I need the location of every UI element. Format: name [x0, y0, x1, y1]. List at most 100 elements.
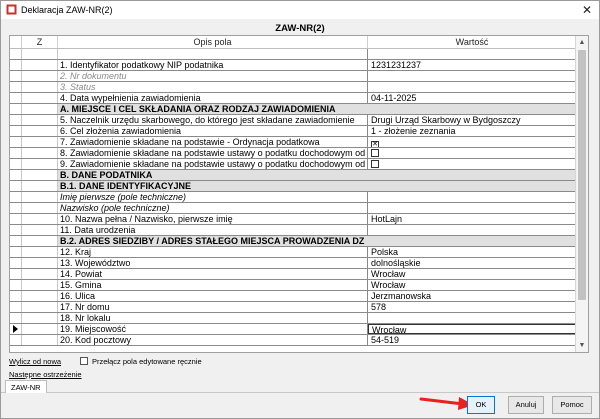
toggle-manual-fields-checkbox[interactable] — [80, 357, 88, 365]
table-row[interactable]: 15. Gmina Wrocław — [10, 280, 576, 291]
recalculate-link[interactable]: Wylicz od nowa — [9, 357, 61, 366]
section-row[interactable]: B. DANE PODATNIKA — [10, 170, 576, 181]
table-row[interactable]: 5. Naczelnik urzędu skarbowego, do które… — [10, 115, 576, 126]
row-indicator[interactable] — [10, 280, 22, 290]
row-indicator[interactable] — [10, 181, 22, 191]
value-cell[interactable] — [368, 82, 576, 92]
row-indicator[interactable] — [10, 192, 22, 202]
field-label: 1. Identyfikator podatkowy NIP podatnika — [58, 60, 368, 70]
value-cell[interactable]: HotLajn — [368, 214, 576, 224]
z-cell — [22, 247, 58, 257]
table-row[interactable]: 3. Status — [10, 82, 576, 93]
value-cell[interactable] — [368, 49, 576, 59]
value-cell[interactable]: Drugi Urząd Skarbowy w Bydgoszczy — [368, 115, 576, 125]
value-cell[interactable] — [368, 159, 576, 169]
column-header-opis[interactable]: Opis pola — [58, 36, 368, 48]
table-row[interactable]: 19. Miejscowość Wrocław — [10, 324, 576, 335]
row-indicator[interactable] — [10, 82, 22, 92]
section-row[interactable]: B.2. ADRES SIEDZIBY / ADRES STAŁEGO MIEJ… — [10, 236, 576, 247]
table-row[interactable]: 12. Kraj Polska — [10, 247, 576, 258]
title-bar: Deklaracja ZAW-NR(2) ✕ — [1, 1, 599, 19]
table-row[interactable]: 10. Nazwa pełna / Nazwisko, pierwsze imi… — [10, 214, 576, 225]
row-indicator[interactable] — [10, 93, 22, 103]
row-indicator[interactable] — [10, 313, 22, 323]
value-cell[interactable]: Polska — [368, 247, 576, 257]
table-row[interactable]: 6. Cel złożenia zawiadomienia 1 - złożeni… — [10, 126, 576, 137]
scroll-down-icon[interactable]: ▼ — [576, 339, 588, 352]
table-row[interactable]: 13. Województwo dolnośląskie — [10, 258, 576, 269]
table-row[interactable]: 7. Zawiadomienie składane na podstawie -… — [10, 137, 576, 148]
section-row[interactable]: A. MIEJSCE I CEL SKŁADANIA ORAZ RODZAJ Z… — [10, 104, 576, 115]
row-indicator[interactable] — [10, 115, 22, 125]
row-indicator[interactable] — [10, 247, 22, 257]
value-cell[interactable]: Wrocław — [368, 269, 576, 279]
row-indicator[interactable] — [10, 335, 22, 345]
row-indicator[interactable] — [10, 291, 22, 301]
table-row[interactable]: 17. Nr domu 578 — [10, 302, 576, 313]
help-button[interactable]: Pomoc — [552, 396, 592, 414]
declaration-grid[interactable]: Z Opis pola Wartość 1. Identyfikator pod… — [9, 35, 589, 353]
row-indicator[interactable] — [10, 60, 22, 70]
table-row[interactable]: 8. Zawiadomienie składane na podstawie u… — [10, 148, 576, 159]
row-indicator[interactable] — [10, 324, 22, 334]
value-cell[interactable]: Jerzmanowska — [368, 291, 576, 301]
close-icon[interactable]: ✕ — [579, 2, 595, 18]
table-row[interactable]: 20. Kod pocztowy 54-519 — [10, 335, 576, 346]
value-cell[interactable] — [368, 71, 576, 81]
table-row[interactable]: 14. Powiat Wrocław — [10, 269, 576, 280]
table-row[interactable]: 18. Nr lokalu — [10, 313, 576, 324]
value-cell[interactable]: 54-519 — [368, 335, 576, 345]
row-indicator[interactable] — [10, 137, 22, 147]
next-warning-link[interactable]: Następne ostrzeżenie — [9, 370, 82, 379]
table-row[interactable] — [10, 49, 576, 60]
table-row[interactable]: Imię pierwsze (pole techniczne) — [10, 192, 576, 203]
checkbox-icon[interactable] — [371, 160, 379, 168]
row-indicator[interactable] — [10, 203, 22, 213]
value-cell[interactable] — [368, 192, 576, 202]
row-indicator[interactable] — [10, 159, 22, 169]
row-indicator[interactable] — [10, 258, 22, 268]
row-indicator[interactable] — [10, 269, 22, 279]
checkbox-icon[interactable] — [371, 149, 379, 157]
value-cell[interactable] — [368, 313, 576, 323]
column-header-value[interactable]: Wartość — [368, 36, 576, 48]
ok-button[interactable]: OK — [467, 396, 495, 414]
column-header-z[interactable]: Z — [22, 36, 58, 48]
scroll-up-icon[interactable]: ▲ — [576, 36, 588, 49]
vertical-scrollbar[interactable]: ▲ ▼ — [575, 36, 588, 352]
value-cell[interactable]: Wrocław — [368, 280, 576, 290]
section-row[interactable]: B.1. DANE IDENTYFIKACYJNE — [10, 181, 576, 192]
value-cell[interactable]: 1 - złożenie zeznania — [368, 126, 576, 136]
table-row[interactable]: 2. Nr dokumentu — [10, 71, 576, 82]
value-cell[interactable]: Wrocław — [368, 324, 576, 334]
checked-checkbox-icon[interactable]: ✕ — [371, 141, 379, 147]
row-indicator[interactable] — [10, 71, 22, 81]
value-cell[interactable] — [368, 148, 576, 158]
row-indicator[interactable] — [10, 214, 22, 224]
value-cell[interactable]: 578 — [368, 302, 576, 312]
value-cell[interactable] — [368, 203, 576, 213]
row-indicator[interactable] — [10, 126, 22, 136]
table-row[interactable]: 4. Data wypełnienia zawiadomienia 04-11-2… — [10, 93, 576, 104]
row-indicator[interactable] — [10, 49, 22, 59]
value-cell[interactable] — [368, 225, 576, 235]
z-cell — [22, 60, 58, 70]
row-indicator[interactable] — [10, 104, 22, 114]
value-cell[interactable]: 04-11-2025 — [368, 93, 576, 103]
scroll-thumb[interactable] — [578, 50, 586, 300]
row-indicator[interactable] — [10, 302, 22, 312]
table-row[interactable]: 1. Identyfikator podatkowy NIP podatnika… — [10, 60, 576, 71]
table-row[interactable]: 11. Data urodzenia — [10, 225, 576, 236]
table-row[interactable]: 9. Zawiadomienie składane na podstawie u… — [10, 159, 576, 170]
tab-zaw-nr[interactable]: ZAW-NR — [5, 380, 47, 393]
value-cell[interactable]: ✕ — [368, 137, 576, 147]
row-indicator[interactable] — [10, 170, 22, 180]
table-row[interactable]: 16. Ulica Jerzmanowska — [10, 291, 576, 302]
cancel-button[interactable]: Anuluj — [508, 396, 544, 414]
row-indicator[interactable] — [10, 148, 22, 158]
row-indicator[interactable] — [10, 225, 22, 235]
table-row[interactable]: Nazwisko (pole techniczne) — [10, 203, 576, 214]
row-indicator[interactable] — [10, 236, 22, 246]
value-cell[interactable]: dolnośląskie — [368, 258, 576, 268]
value-cell[interactable]: 1231231237 — [368, 60, 576, 70]
